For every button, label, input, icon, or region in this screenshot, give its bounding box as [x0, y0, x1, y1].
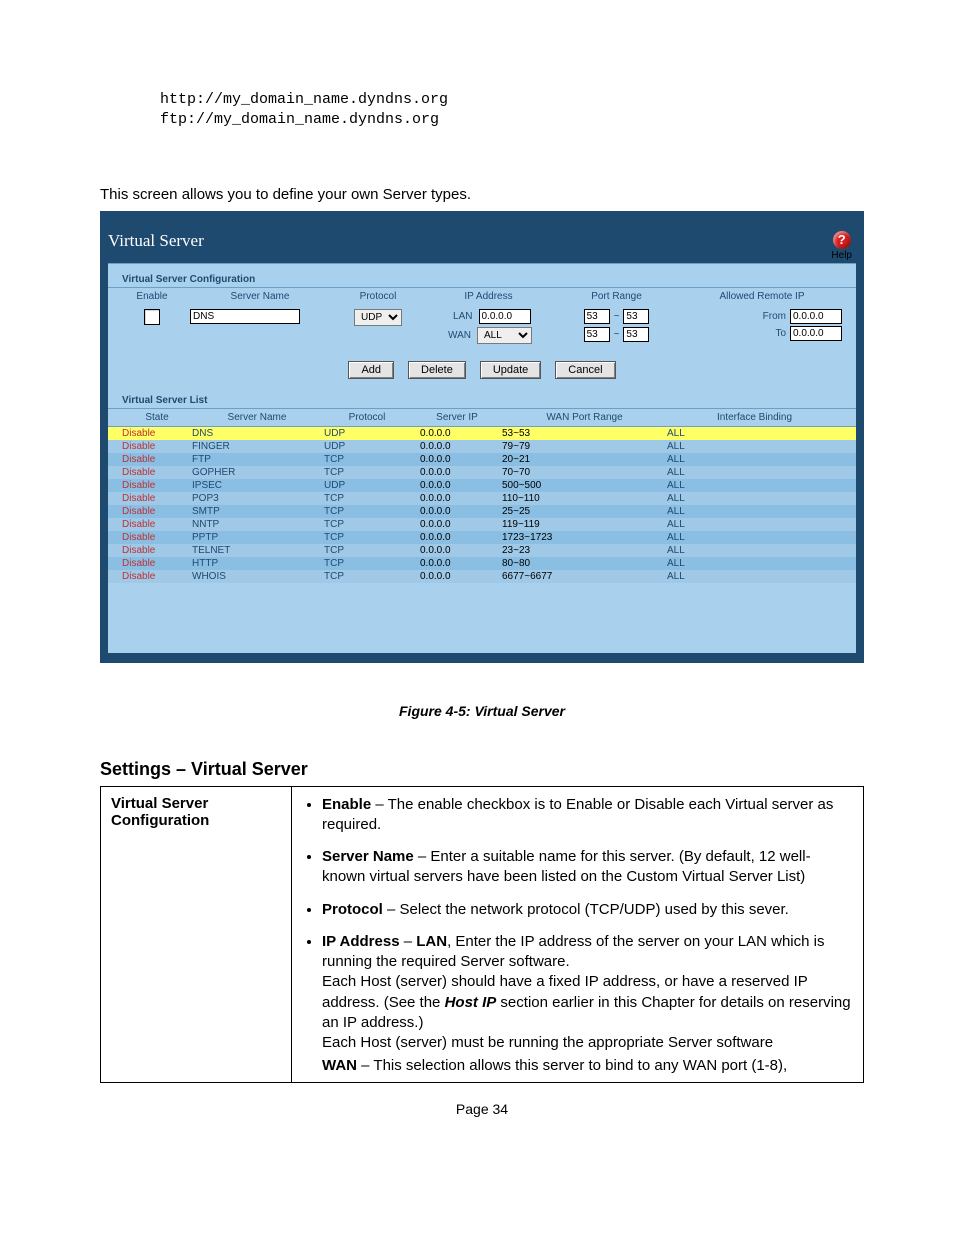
- desc-left-cell: Virtual Server Configuration: [101, 786, 292, 1083]
- table-row[interactable]: DisableGOPHERTCP0.0.0.070~70ALL: [108, 466, 856, 479]
- list-header-row: State Server Name Protocol Server IP WAN…: [108, 408, 856, 427]
- h-state: State: [122, 412, 192, 423]
- port-to-2[interactable]: [623, 327, 649, 342]
- add-button[interactable]: Add: [348, 361, 394, 379]
- description-table: Virtual Server Configuration Enable – Th…: [100, 786, 864, 1084]
- cancel-button[interactable]: Cancel: [555, 361, 615, 379]
- remote-from-input[interactable]: [790, 309, 842, 324]
- delete-button[interactable]: Delete: [408, 361, 466, 379]
- lan-label: LAN: [447, 311, 473, 322]
- enable-checkbox[interactable]: [144, 309, 160, 325]
- table-row[interactable]: DisableNNTPTCP0.0.0.0119~119ALL: [108, 518, 856, 531]
- h-server-ip: Server IP: [412, 412, 502, 423]
- tilde: ~: [614, 329, 620, 340]
- table-row[interactable]: DisableFINGERUDP0.0.0.079~79ALL: [108, 440, 856, 453]
- wan-label: WAN: [445, 330, 471, 341]
- app-window: Virtual Server ? Help Virtual Server Con…: [100, 211, 864, 663]
- help-button[interactable]: ? Help: [831, 231, 852, 261]
- table-row[interactable]: DisableIPSECUDP0.0.0.0500~500ALL: [108, 479, 856, 492]
- help-icon: ?: [833, 231, 851, 249]
- desc-wan: WAN – This selection allows this server …: [302, 1057, 853, 1074]
- url-ftp: ftp://my_domain_name.dyndns.org: [160, 110, 864, 130]
- table-row[interactable]: DisablePOP3TCP0.0.0.0110~110ALL: [108, 492, 856, 505]
- tilde: ~: [614, 311, 620, 322]
- update-button[interactable]: Update: [480, 361, 541, 379]
- h-wan-range: WAN Port Range: [502, 412, 667, 423]
- to-label: To: [775, 328, 786, 339]
- config-header-row: Enable Server Name Protocol IP Address P…: [108, 288, 856, 305]
- server-name-input[interactable]: [190, 309, 300, 324]
- settings-heading: Settings – Virtual Server: [100, 759, 864, 780]
- col-allowed-remote-ip: Allowed Remote IP: [682, 291, 842, 302]
- col-protocol: Protocol: [338, 291, 418, 302]
- port-from-2[interactable]: [584, 327, 610, 342]
- lan-ip-input[interactable]: [479, 309, 531, 324]
- config-section-label: Virtual Server Configuration: [108, 264, 856, 288]
- remote-to-input[interactable]: [790, 326, 842, 341]
- port-to-1[interactable]: [623, 309, 649, 324]
- table-row[interactable]: DisableTELNETTCP0.0.0.023~23ALL: [108, 544, 856, 557]
- intro-text: This screen allows you to define your ow…: [100, 186, 864, 203]
- desc-ip-address: IP Address – LAN, Enter the IP address o…: [322, 932, 853, 1054]
- col-port-range: Port Range: [559, 291, 674, 302]
- port-from-1[interactable]: [584, 309, 610, 324]
- table-row[interactable]: DisableHTTPTCP0.0.0.080~80ALL: [108, 557, 856, 570]
- from-label: From: [763, 311, 786, 322]
- desc-right-cell: Enable – The enable checkbox is to Enabl…: [292, 786, 864, 1083]
- col-enable: Enable: [122, 291, 182, 302]
- table-row[interactable]: DisableWHOISTCP0.0.0.06677~6677ALL: [108, 570, 856, 583]
- protocol-select[interactable]: UDP: [354, 309, 402, 326]
- url-http: http://my_domain_name.dyndns.org: [160, 90, 864, 110]
- desc-enable: Enable – The enable checkbox is to Enabl…: [322, 795, 853, 836]
- table-row[interactable]: DisableFTPTCP0.0.0.020~21ALL: [108, 453, 856, 466]
- help-label: Help: [831, 250, 852, 261]
- desc-server-name: Server Name – Enter a suitable name for …: [322, 847, 853, 888]
- figure-caption: Figure 4-5: Virtual Server: [100, 703, 864, 719]
- desc-protocol: Protocol – Select the network protocol (…: [322, 900, 853, 920]
- page-number: Page 34: [100, 1101, 864, 1117]
- table-row[interactable]: DisablePPTPTCP0.0.0.01723~1723ALL: [108, 531, 856, 544]
- table-row[interactable]: DisableSMTPTCP0.0.0.025~25ALL: [108, 505, 856, 518]
- h-proto: Protocol: [322, 412, 412, 423]
- wan-select[interactable]: ALL: [477, 327, 532, 344]
- col-ip-address: IP Address: [426, 291, 551, 302]
- table-row[interactable]: DisableDNSUDP0.0.0.053~53ALL: [108, 427, 856, 440]
- list-section-label: Virtual Server List: [108, 385, 856, 408]
- config-input-row: UDP LAN WAN ALL: [108, 305, 856, 347]
- app-title: Virtual Server: [108, 231, 204, 251]
- h-binding: Interface Binding: [667, 412, 842, 423]
- col-server-name: Server Name: [190, 291, 330, 302]
- h-name: Server Name: [192, 412, 322, 423]
